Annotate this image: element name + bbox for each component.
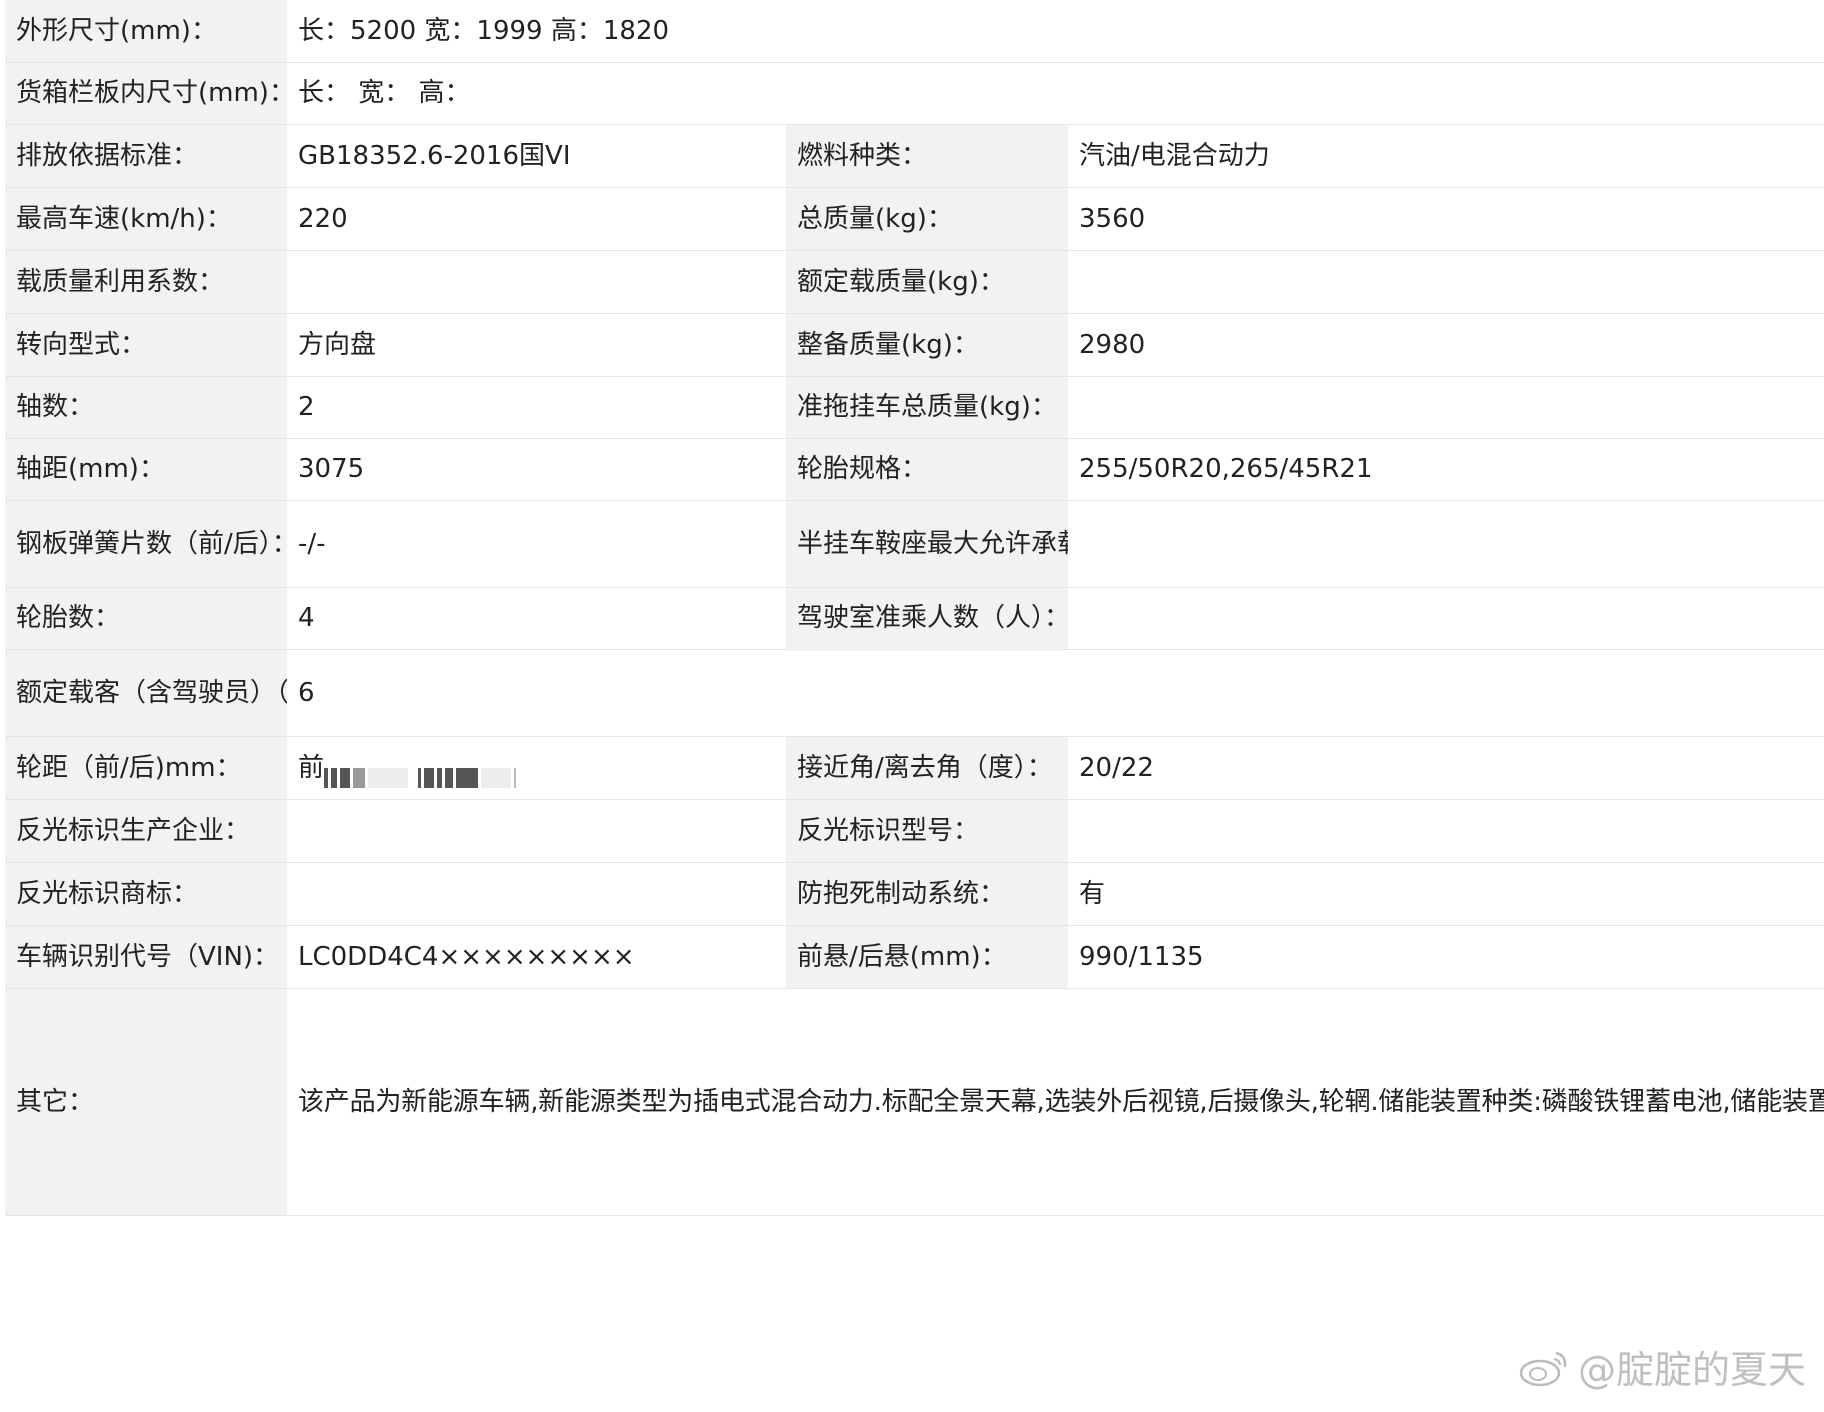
spec-value-redacted: 前 <box>287 736 786 800</box>
spec-value: 2980 <box>1068 313 1824 377</box>
spec-label: 反光标识型号： <box>786 799 1068 863</box>
spec-value-prefix: 前 <box>298 752 325 783</box>
spec-label: 轮胎规格： <box>786 438 1068 501</box>
spec-row: 转向型式： 方向盘 整备质量(kg)： 2980 <box>5 313 1824 377</box>
spec-value: 有 <box>1068 862 1824 926</box>
spec-value: LC0DD4C4××××××××× <box>287 925 786 989</box>
spec-label: 额定载质量(kg)： <box>786 250 1068 314</box>
spec-label: 轴距(mm)： <box>5 438 287 501</box>
spec-value: 2 <box>287 376 786 439</box>
spec-label: 轴数： <box>5 376 287 439</box>
spec-label: 轮距（前/后)mm： <box>5 736 287 800</box>
spec-label: 轮胎数： <box>5 587 287 650</box>
spec-label: 排放依据标准： <box>5 124 287 188</box>
spec-row: 轮胎数： 4 驾驶室准乘人数（人）： <box>5 587 1824 650</box>
spec-value: 6 <box>287 649 1824 737</box>
spec-row: 反光标识生产企业： 反光标识型号： <box>5 799 1824 863</box>
spec-value <box>1068 500 1824 588</box>
spec-value: 990/1135 <box>1068 925 1824 989</box>
spec-value: 220 <box>287 187 786 251</box>
spec-label: 反光标识商标： <box>5 862 287 926</box>
spec-label: 半挂车鞍座最大允许承载质量(kg)： <box>786 500 1068 588</box>
spec-row: 最高车速(km/h)： 220 总质量(kg)： 3560 <box>5 187 1824 251</box>
spec-value <box>1068 799 1824 863</box>
weibo-watermark: @腚腚的夏天 <box>1518 1339 1806 1394</box>
spec-label: 外形尺寸(mm)： <box>5 0 287 63</box>
spec-label: 前悬/后悬(mm)： <box>786 925 1068 989</box>
spec-label: 驾驶室准乘人数（人）： <box>786 587 1068 650</box>
spec-row: 载质量利用系数： 额定载质量(kg)： <box>5 250 1824 314</box>
spec-label: 货箱栏板内尺寸(mm)： <box>5 62 287 125</box>
spec-value <box>287 799 786 863</box>
spec-value <box>1068 250 1824 314</box>
spec-row: 钢板弹簧片数（前/后）： -/- 半挂车鞍座最大允许承载质量(kg)： <box>5 500 1824 588</box>
spec-value: GB18352.6-2016国VI <box>287 124 786 188</box>
spec-value: 长：5200 宽：1999 高：1820 <box>287 0 1824 63</box>
spec-label: 防抱死制动系统： <box>786 862 1068 926</box>
spec-label: 转向型式： <box>5 313 287 377</box>
spec-value: -/- <box>287 500 786 588</box>
spec-value <box>287 250 786 314</box>
redacted-blur <box>324 757 519 788</box>
vehicle-spec-table: 外形尺寸(mm)： 长：5200 宽：1999 高：1820 货箱栏板内尺寸(m… <box>5 0 1824 1216</box>
spec-value-notes: 该产品为新能源车辆,新能源类型为插电式混合动力.标配全景天幕,选装外后视镜,后摄… <box>287 988 1824 1216</box>
spec-row: 额定载客（含驾驶员）（座位数）： 6 <box>5 649 1824 737</box>
spec-value: 255/50R20,265/45R21 <box>1068 438 1824 501</box>
spec-value: 方向盘 <box>287 313 786 377</box>
spec-label: 燃料种类： <box>786 124 1068 188</box>
spec-label: 车辆识别代号（VIN)： <box>5 925 287 989</box>
spec-label: 接近角/离去角（度）： <box>786 736 1068 800</box>
spec-row: 车辆识别代号（VIN)： LC0DD4C4××××××××× 前悬/后悬(mm)… <box>5 925 1824 989</box>
spec-row: 货箱栏板内尺寸(mm)： 长： 宽： 高： <box>5 62 1824 125</box>
spec-label: 反光标识生产企业： <box>5 799 287 863</box>
spec-value <box>287 862 786 926</box>
spec-row: 反光标识商标： 防抱死制动系统： 有 <box>5 862 1824 926</box>
spec-label: 钢板弹簧片数（前/后）： <box>5 500 287 588</box>
spec-row: 轮距（前/后)mm： 前 接近角/离去角（度）： 20/22 <box>5 736 1824 800</box>
spec-row-other: 其它： 该产品为新能源车辆,新能源类型为插电式混合动力.标配全景天幕,选装外后视… <box>5 988 1824 1216</box>
spec-row: 外形尺寸(mm)： 长：5200 宽：1999 高：1820 <box>5 0 1824 63</box>
spec-value: 3075 <box>287 438 786 501</box>
spec-label: 额定载客（含驾驶员）（座位数）： <box>5 649 287 737</box>
spec-value: 20/22 <box>1068 736 1824 800</box>
watermark-text: @腚腚的夏天 <box>1577 1348 1806 1392</box>
spec-label: 载质量利用系数： <box>5 250 287 314</box>
spec-label: 最高车速(km/h)： <box>5 187 287 251</box>
spec-value: 长： 宽： 高： <box>287 62 1824 125</box>
weibo-logo-icon <box>1518 1347 1570 1387</box>
spec-row: 轴距(mm)： 3075 轮胎规格： 255/50R20,265/45R21 <box>5 438 1824 501</box>
spec-value: 4 <box>287 587 786 650</box>
spec-value <box>1068 376 1824 439</box>
spec-value <box>1068 587 1824 650</box>
spec-value: 3560 <box>1068 187 1824 251</box>
spec-value: 汽油/电混合动力 <box>1068 124 1824 188</box>
spec-label: 整备质量(kg)： <box>786 313 1068 377</box>
spec-row: 排放依据标准： GB18352.6-2016国VI 燃料种类： 汽油/电混合动力 <box>5 124 1824 188</box>
spec-row: 轴数： 2 准拖挂车总质量(kg)： <box>5 376 1824 439</box>
spec-label: 总质量(kg)： <box>786 187 1068 251</box>
spec-label: 准拖挂车总质量(kg)： <box>786 376 1068 439</box>
spec-label: 其它： <box>5 988 287 1216</box>
